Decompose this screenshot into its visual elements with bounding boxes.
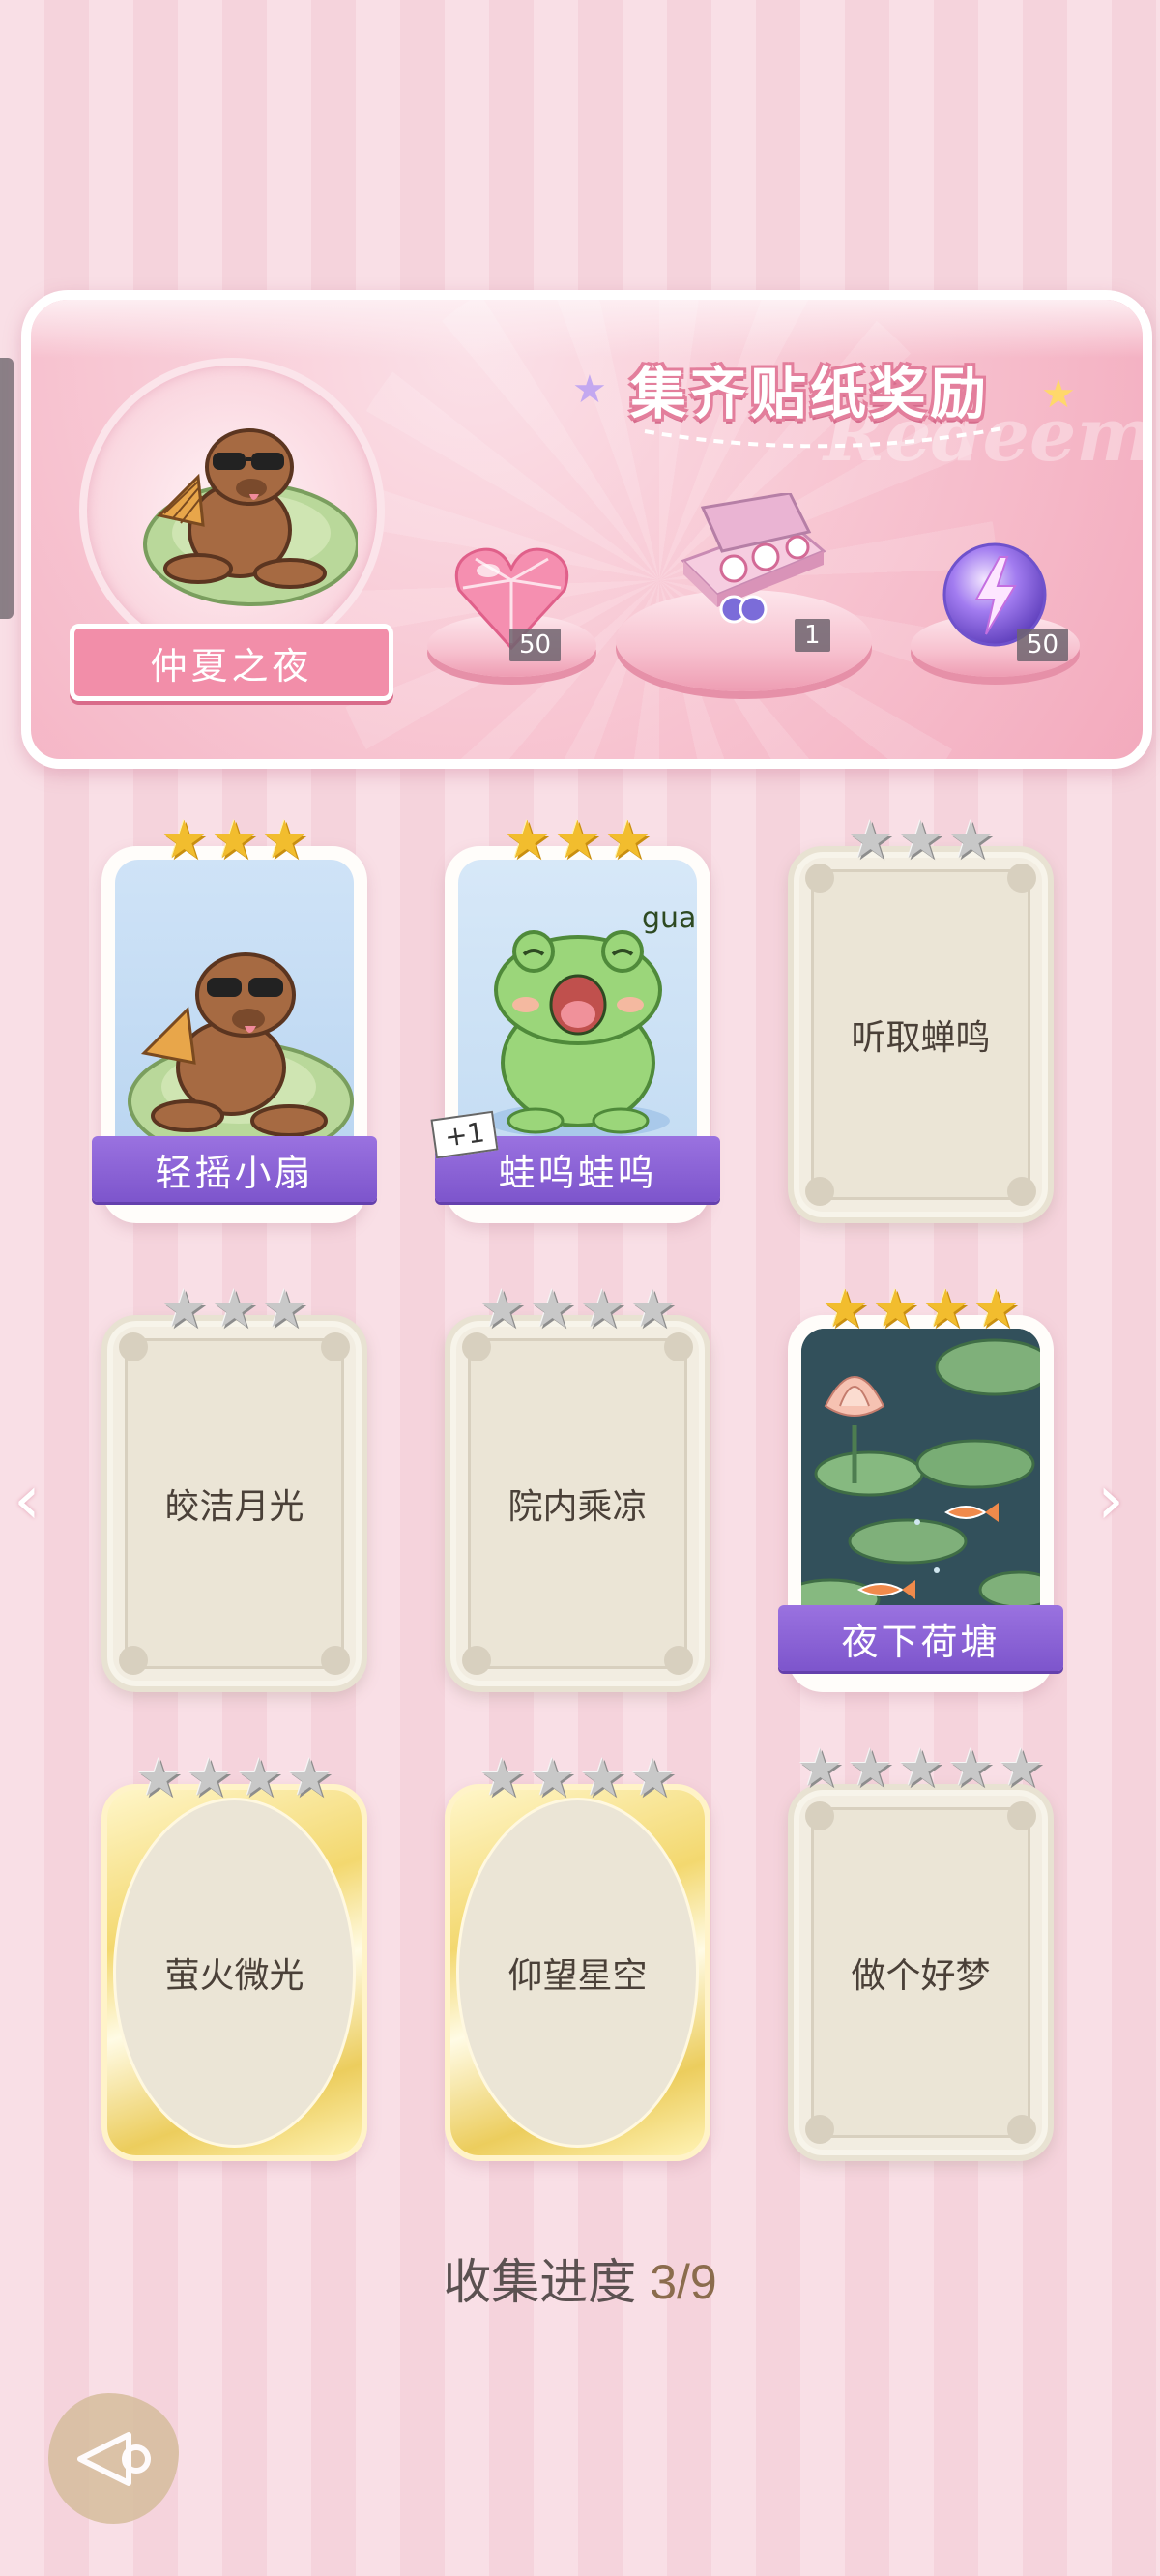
capybara-lounging-icon xyxy=(143,428,358,606)
collection-progress: 收集进度 3/9 xyxy=(0,2243,1160,2313)
grey-star-icon: ★ xyxy=(478,1747,526,1808)
card-name-label: 皎洁月光 xyxy=(164,1487,304,1527)
gua-text: gua xyxy=(642,901,696,935)
gold-star-icon: ★ xyxy=(261,809,308,870)
grey-star-icon: ★ xyxy=(579,1747,626,1808)
card-stars: ★ ★ ★ ★ xyxy=(102,1749,367,1807)
grey-star-icon: ★ xyxy=(947,809,995,870)
back-arrow-icon xyxy=(76,2431,151,2486)
reward-count: 50 xyxy=(1017,629,1069,661)
card-stars: ★ ★ ★ ★ xyxy=(445,1280,710,1338)
sticker-card-9[interactable]: 做个好梦 ★ ★ ★ ★ ★ xyxy=(788,1740,1054,2161)
card-name-label: 院内乘凉 xyxy=(508,1487,648,1527)
gift-box-icon xyxy=(681,491,826,624)
title-swoosh xyxy=(644,426,1003,449)
card-name-label: 听取蝉鸣 xyxy=(851,1018,991,1058)
sticker-card-6[interactable]: 夜下荷塘 ★ ★ ★ ★ xyxy=(778,1280,1063,1692)
card-name-label: 萤火微光 xyxy=(164,1956,304,1996)
grey-star-icon: ★ xyxy=(629,1747,677,1808)
theme-name-label: 仲夏之夜 xyxy=(70,624,393,701)
gold-star-icon: ★ xyxy=(822,1278,869,1339)
sticker-card-3[interactable]: 听取蝉鸣 ★ ★ ★ xyxy=(788,811,1054,1223)
grey-star-icon: ★ xyxy=(529,1747,576,1808)
left-edge-tab[interactable] xyxy=(0,358,14,619)
card-stars: ★ ★ ★ xyxy=(102,1280,367,1338)
card-name-ribbon: 轻摇小扇 xyxy=(92,1136,377,1202)
grey-star-icon: ★ xyxy=(478,1278,526,1339)
grey-star-icon: ★ xyxy=(998,1738,1045,1799)
gold-star-icon: ★ xyxy=(922,1278,970,1339)
reward-banner: Redeem ★ 集齐贴纸奖励 ★ 仲夏之夜 50 1 50 xyxy=(21,290,1152,769)
reward-item-gift-box[interactable] xyxy=(674,491,828,632)
grey-star-icon: ★ xyxy=(261,1278,308,1339)
grey-star-icon: ★ xyxy=(847,809,894,870)
grey-star-icon: ★ xyxy=(135,1747,183,1808)
gold-star-icon: ★ xyxy=(972,1278,1020,1339)
yellow-star-icon: ★ xyxy=(1041,372,1076,417)
grey-star-icon: ★ xyxy=(186,1747,233,1808)
grey-star-icon: ★ xyxy=(629,1278,677,1339)
card-stars: ★ ★ ★ xyxy=(788,811,1054,869)
grey-star-icon: ★ xyxy=(897,1738,944,1799)
back-button[interactable] xyxy=(48,2393,179,2524)
prev-page-arrow-icon[interactable]: ‹ xyxy=(14,1460,41,1539)
grey-star-icon: ★ xyxy=(160,1278,208,1339)
sticker-card-2[interactable]: gua 蛙呜蛙呜 +1 ★ ★ ★ xyxy=(430,811,720,1223)
grey-star-icon: ★ xyxy=(847,1738,894,1799)
sticker-card-8[interactable]: 仰望星空 ★ ★ ★ ★ xyxy=(445,1749,710,2161)
card-stars: ★ ★ ★ ★ xyxy=(445,1749,710,1807)
gold-star-icon: ★ xyxy=(554,809,601,870)
grey-star-icon: ★ xyxy=(236,1747,283,1808)
banner-title: 集齐贴纸奖励 xyxy=(630,361,991,426)
grey-star-icon: ★ xyxy=(897,809,944,870)
progress-label: 收集进度 xyxy=(443,2254,637,2310)
gold-star-icon: ★ xyxy=(604,809,652,870)
card-stars: ★ ★ ★ ★ xyxy=(788,1280,1054,1338)
grey-star-icon: ★ xyxy=(529,1278,576,1339)
grey-star-icon: ★ xyxy=(579,1278,626,1339)
sticker-card-7[interactable]: 萤火微光 ★ ★ ★ ★ xyxy=(102,1749,367,2161)
grey-star-icon: ★ xyxy=(211,1278,258,1339)
card-stars: ★ ★ ★ xyxy=(445,811,710,869)
card-name-ribbon: 夜下荷塘 xyxy=(778,1605,1063,1671)
reward-count: 50 xyxy=(509,629,562,661)
gold-star-icon: ★ xyxy=(211,809,258,870)
banner-title-wrap: ★ 集齐贴纸奖励 ★ xyxy=(553,348,1094,449)
card-stars: ★ ★ ★ ★ ★ xyxy=(788,1740,1054,1798)
gold-star-icon: ★ xyxy=(504,809,551,870)
grey-star-icon: ★ xyxy=(797,1738,844,1799)
progress-value: 3/9 xyxy=(650,2255,717,2309)
gold-star-icon: ★ xyxy=(872,1278,919,1339)
purple-star-icon: ★ xyxy=(572,367,607,412)
next-page-arrow-icon[interactable]: › xyxy=(1097,1460,1124,1539)
card-name-label: 做个好梦 xyxy=(851,1956,991,1996)
grey-star-icon: ★ xyxy=(286,1747,334,1808)
gold-star-icon: ★ xyxy=(160,809,208,870)
card-name-label: 仰望星空 xyxy=(508,1956,648,1996)
sticker-card-4[interactable]: 皎洁月光 ★ ★ ★ xyxy=(102,1280,367,1692)
sticker-card-1[interactable]: 轻摇小扇 ★ ★ ★ xyxy=(92,811,377,1223)
theme-avatar[interactable] xyxy=(79,358,385,663)
grey-star-icon: ★ xyxy=(947,1738,995,1799)
card-stars: ★ ★ ★ xyxy=(102,811,367,869)
reward-count: 1 xyxy=(795,619,830,652)
sticker-card-5[interactable]: 院内乘凉 ★ ★ ★ ★ xyxy=(445,1280,710,1692)
